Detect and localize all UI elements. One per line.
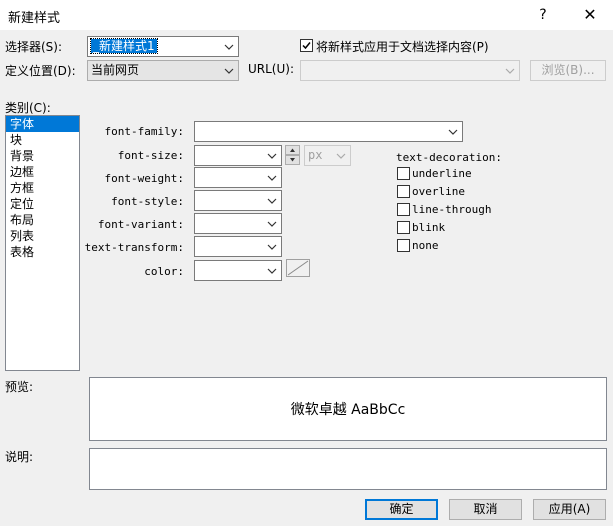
category-item[interactable]: 布局: [6, 212, 79, 228]
category-item[interactable]: 列表: [6, 228, 79, 244]
text-decoration-option[interactable]: underline: [396, 166, 516, 182]
text-decoration-checkbox[interactable]: [397, 185, 410, 198]
chevron-down-icon: [503, 61, 517, 80]
text-transform-combo[interactable]: [194, 236, 282, 257]
text-decoration-option-label: line-through: [412, 203, 492, 216]
text-decoration-option[interactable]: overline: [396, 184, 516, 200]
url-combo[interactable]: [300, 60, 520, 81]
chevron-down-icon: [265, 146, 279, 165]
checkmark-icon: [302, 42, 311, 50]
font-size-increase-button[interactable]: [285, 145, 300, 155]
text-decoration-option-label: blink: [412, 221, 446, 234]
text-decoration-option-label: overline: [412, 185, 465, 198]
category-item[interactable]: 块: [6, 132, 79, 148]
chevron-down-icon: [265, 237, 279, 256]
font-style-combo[interactable]: [194, 190, 282, 211]
ok-button[interactable]: 确定: [365, 499, 438, 520]
text-decoration-option-label: none: [412, 239, 439, 252]
chevron-up-icon: [290, 148, 295, 152]
category-label: 类别(C):: [5, 101, 51, 115]
font-variant-label: font-variant:: [97, 218, 184, 231]
preview-sample-text: 微软卓越 AaBbCc: [290, 402, 406, 418]
category-item[interactable]: 字体: [6, 116, 79, 132]
text-decoration-checkbox[interactable]: [397, 239, 410, 252]
chevron-down-icon: [265, 168, 279, 187]
cancel-button[interactable]: 取消: [449, 499, 522, 520]
color-label: color:: [144, 265, 184, 278]
text-decoration-option[interactable]: blink: [396, 220, 516, 236]
chevron-down-icon: [265, 191, 279, 210]
font-family-label: font-family:: [104, 125, 184, 138]
apply-to-selection-checkbox[interactable]: [300, 39, 313, 52]
font-size-unit-combo[interactable]: px: [304, 145, 351, 166]
selector-value: _新建样式1: [90, 38, 158, 54]
font-variant-combo[interactable]: [194, 213, 282, 234]
selector-label: 选择器(S):: [5, 40, 63, 54]
define-in-value: 当前网页: [91, 63, 140, 77]
description-box: [89, 448, 607, 490]
text-transform-label: text-transform:: [84, 241, 184, 254]
chevron-down-icon: [265, 214, 279, 233]
color-picker-button[interactable]: [286, 259, 310, 277]
preview-box: 微软卓越 AaBbCc: [89, 377, 607, 441]
category-item[interactable]: 方框: [6, 180, 79, 196]
apply-button[interactable]: 应用(A): [533, 499, 606, 520]
chevron-down-icon: [222, 61, 236, 80]
font-family-combo[interactable]: [194, 121, 463, 142]
category-item[interactable]: 表格: [6, 244, 79, 260]
font-size-combo[interactable]: [194, 145, 282, 166]
font-size-label: font-size:: [117, 149, 184, 162]
text-decoration-option-label: underline: [412, 167, 472, 180]
category-item[interactable]: 边框: [6, 164, 79, 180]
help-button[interactable]: ?: [528, 3, 558, 27]
chevron-down-icon: [446, 122, 460, 141]
no-color-icon: [287, 260, 309, 276]
define-in-combo[interactable]: 当前网页: [87, 60, 239, 81]
text-decoration-options: underline overline line-through blink none: [396, 166, 516, 258]
chevron-down-icon: [334, 146, 348, 165]
text-decoration-option[interactable]: line-through: [396, 202, 516, 218]
chevron-down-icon: [222, 37, 236, 56]
font-weight-combo[interactable]: [194, 167, 282, 188]
chevron-down-icon: [290, 158, 295, 162]
url-label: URL(U):: [248, 62, 294, 76]
font-size-decrease-button[interactable]: [285, 155, 300, 165]
dialog-title: 新建样式: [8, 11, 61, 26]
title-bar: 新建样式 ? ✕: [0, 0, 613, 30]
browse-button[interactable]: 浏览(B)...: [530, 60, 606, 81]
category-item[interactable]: 定位: [6, 196, 79, 212]
chevron-down-icon: [265, 261, 279, 280]
close-button[interactable]: ✕: [575, 3, 605, 27]
color-combo[interactable]: [194, 260, 282, 281]
description-label: 说明:: [5, 450, 34, 464]
apply-to-selection-label: 将新样式应用于文档选择内容(P): [316, 40, 489, 54]
text-decoration-label: text-decoration:: [396, 151, 502, 164]
font-size-unit-value: px: [308, 148, 323, 162]
font-weight-label: font-weight:: [104, 172, 184, 185]
preview-label: 预览:: [5, 380, 34, 394]
category-item[interactable]: 背景: [6, 148, 79, 164]
font-property-labels: font-family: font-size: font-weight: fon…: [80, 118, 184, 288]
text-decoration-checkbox[interactable]: [397, 167, 410, 180]
category-list[interactable]: 字体块背景 边框 方框 定位 布局 列表 表格: [5, 115, 80, 371]
text-decoration-checkbox[interactable]: [397, 221, 410, 234]
text-decoration-checkbox[interactable]: [397, 203, 410, 216]
font-style-label: font-style:: [111, 195, 184, 208]
selector-combo[interactable]: _新建样式1: [87, 36, 239, 57]
define-in-label: 定义位置(D):: [5, 64, 76, 78]
text-decoration-option[interactable]: none: [396, 238, 516, 254]
